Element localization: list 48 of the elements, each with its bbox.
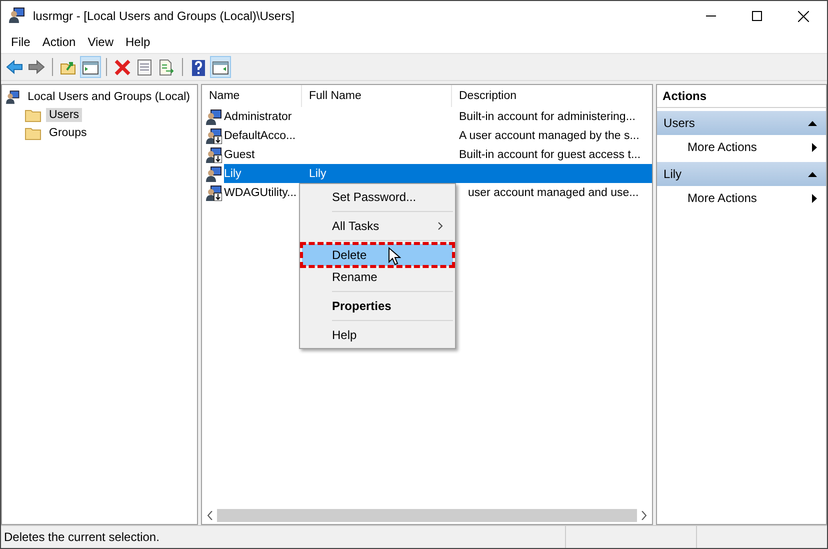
action-pane-icon [212,58,229,76]
pane-title: Actions [656,85,826,108]
scroll-right-icon[interactable] [640,511,647,520]
mouse-cursor-icon [388,247,401,266]
section-header[interactable]: Users [656,111,826,135]
status-text: Deletes the current selection. [4,530,160,544]
submenu-arrow-icon [812,142,817,152]
description: user account managed and use... [468,186,639,198]
menu-item[interactable]: Delete [302,244,453,266]
user-name[interactable]: Lily [224,166,242,182]
menu-item[interactable]: Action [36,35,82,49]
full-name: Lily [309,168,326,180]
back-arrow-icon [6,58,23,76]
window-title: lusrmgr - [Local Users and Groups (Local)\Users] [33,9,294,23]
action-link[interactable]: More Actions [688,191,757,205]
toolbar-button[interactable] [80,56,101,78]
menu-item[interactable]: File [5,35,36,49]
section-header[interactable]: Lily [656,162,826,186]
menu-item[interactable]: Help [120,35,156,49]
tree-item[interactable]: Local Users and Groups (Local) [24,90,193,104]
scroll-left-icon[interactable] [207,511,213,520]
export-list-icon [158,58,175,76]
description: A user account managed by the s... [459,130,640,142]
column-header[interactable]: Full Name [302,85,452,107]
tree-pane-icon [82,58,99,76]
submenu-arrow-icon [812,194,817,202]
tree-item[interactable]: Users [46,108,82,122]
folder-icon [25,108,41,122]
computer-users-icon [6,89,20,105]
description: Built-in account for administering... [459,110,636,122]
description: Built-in account for guest access t... [459,148,641,160]
help-icon [190,58,207,76]
delete-icon [114,58,131,76]
toolbar-button[interactable] [210,56,231,78]
menu-item[interactable]: Help [302,324,453,346]
action-link[interactable]: More Actions [688,140,757,154]
folder-icon [25,126,41,140]
forward-arrow-icon [28,58,45,76]
user-name[interactable]: Administrator [224,110,292,122]
properties-icon [136,58,153,76]
column-header[interactable]: Description [452,85,652,107]
app-icon [9,6,25,22]
column-header[interactable]: Name [202,85,302,107]
menu-item[interactable]: View [82,35,120,49]
maximize-icon[interactable] [752,10,762,20]
tree-item[interactable]: Groups [46,126,90,140]
menu-item[interactable]: Rename [302,266,453,295]
close-icon[interactable] [798,10,809,22]
